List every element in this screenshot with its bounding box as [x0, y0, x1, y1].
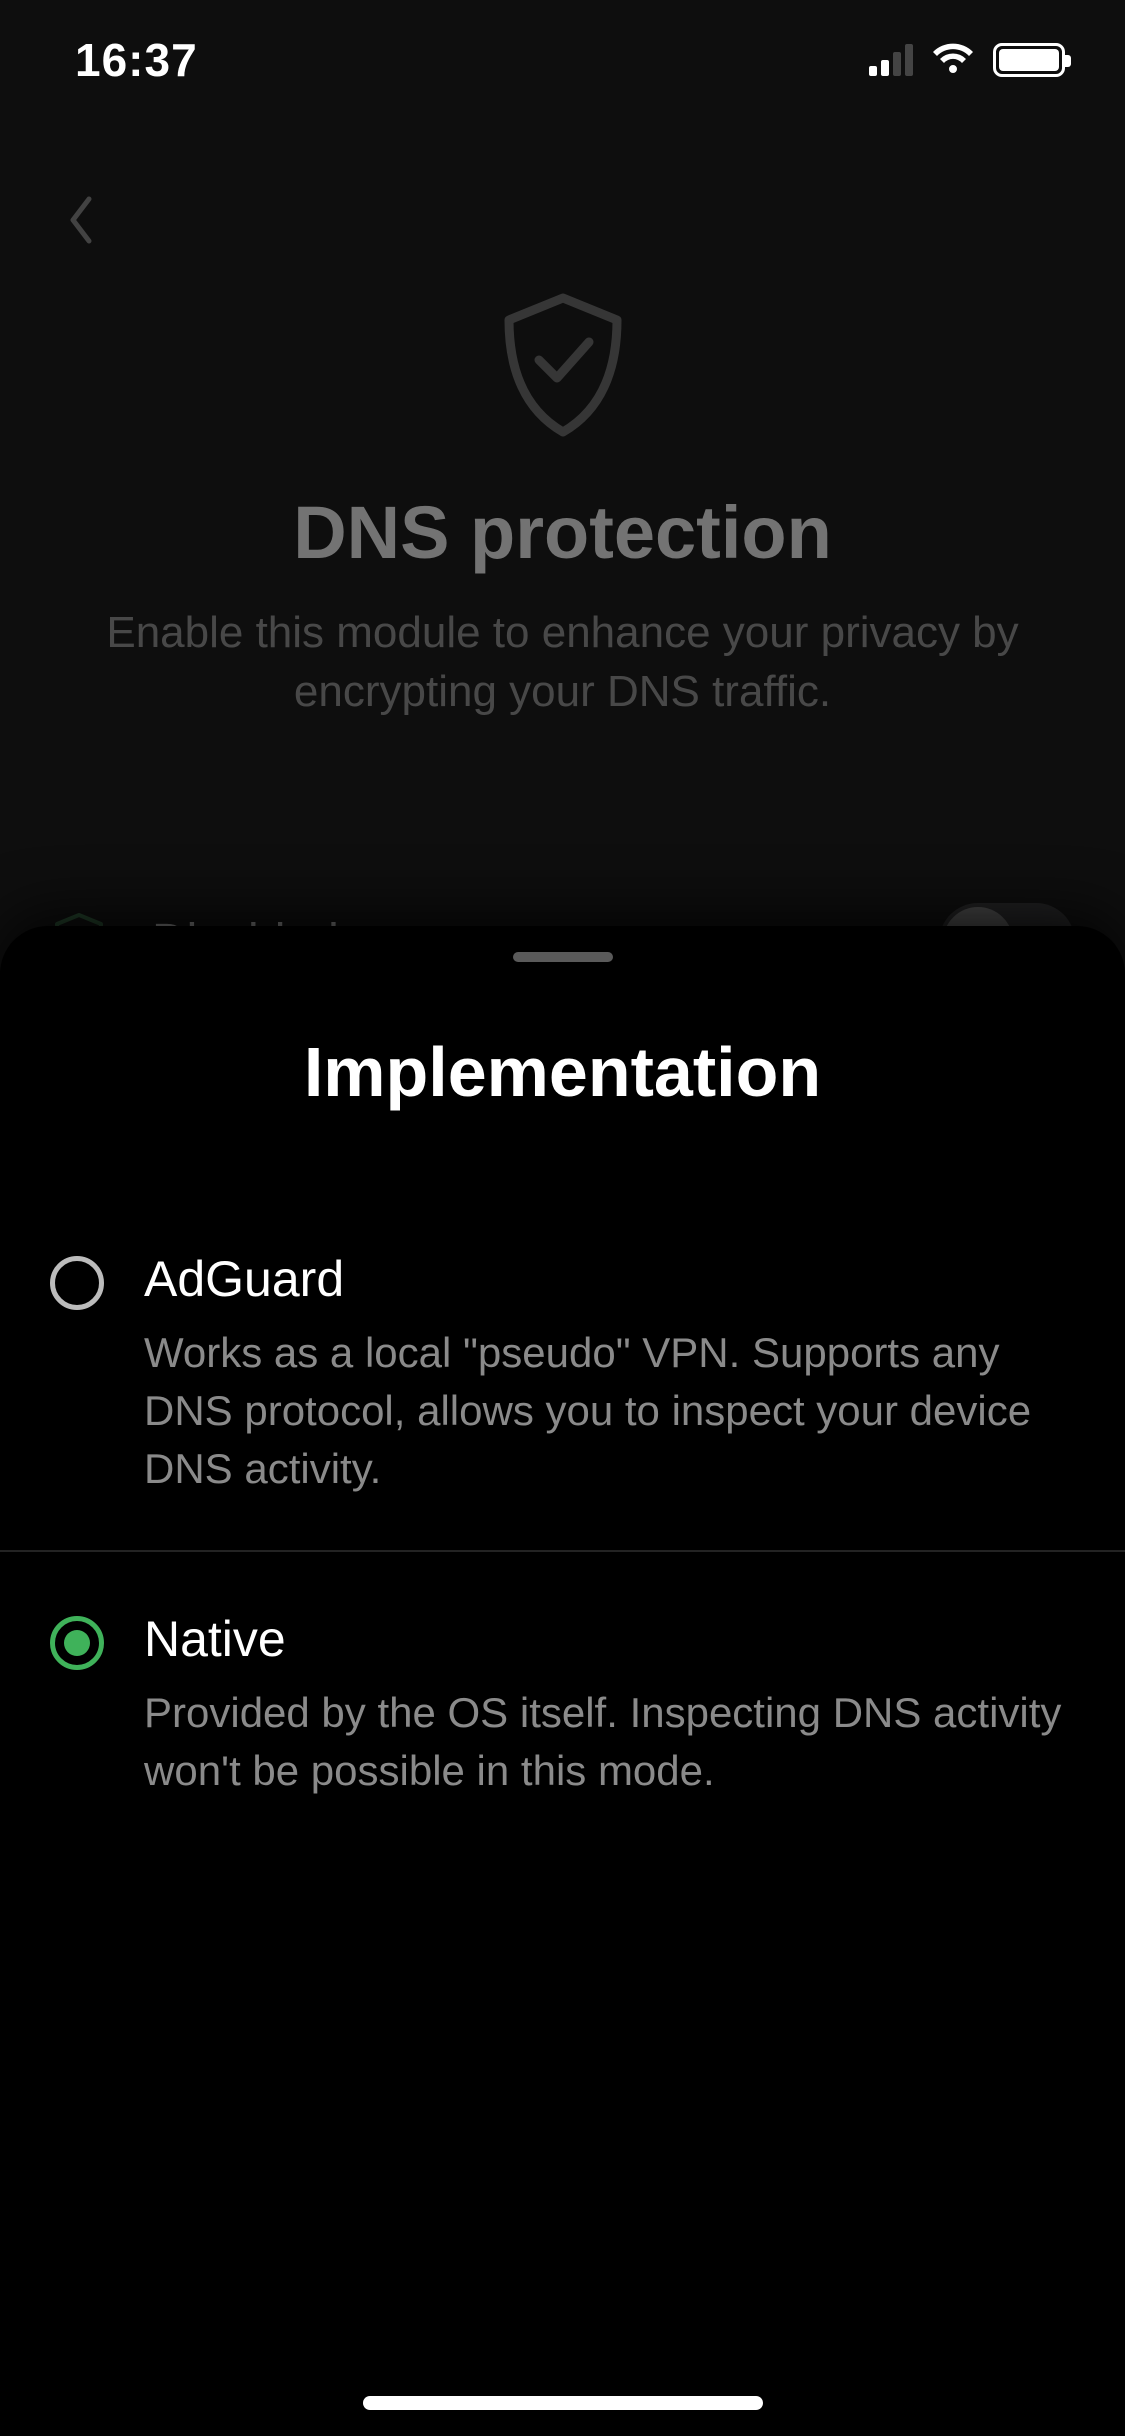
chevron-left-icon — [65, 195, 95, 245]
radio-icon — [50, 1256, 104, 1310]
option-title: AdGuard — [144, 1250, 1075, 1308]
page-subtitle: Enable this module to enhance your priva… — [0, 603, 1125, 722]
option-description: Works as a local "pseudo" VPN. Supports … — [144, 1324, 1075, 1498]
option-adguard[interactable]: AdGuard Works as a local "pseudo" VPN. S… — [0, 1192, 1125, 1552]
option-native[interactable]: Native Provided by the OS itself. Inspec… — [0, 1552, 1125, 1852]
page-title: DNS protection — [0, 490, 1125, 575]
sheet-title: Implementation — [0, 1032, 1125, 1112]
radio-checked-icon — [50, 1616, 104, 1670]
implementation-sheet: Implementation AdGuard Works as a local … — [0, 926, 1125, 2436]
option-description: Provided by the OS itself. Inspecting DN… — [144, 1684, 1075, 1800]
sheet-grabber[interactable] — [513, 952, 613, 962]
option-title: Native — [144, 1610, 1075, 1668]
hero-section: DNS protection Enable this module to enh… — [0, 0, 1125, 722]
shield-check-icon — [0, 290, 1125, 440]
home-indicator[interactable] — [363, 2396, 763, 2410]
back-button[interactable] — [50, 190, 110, 250]
